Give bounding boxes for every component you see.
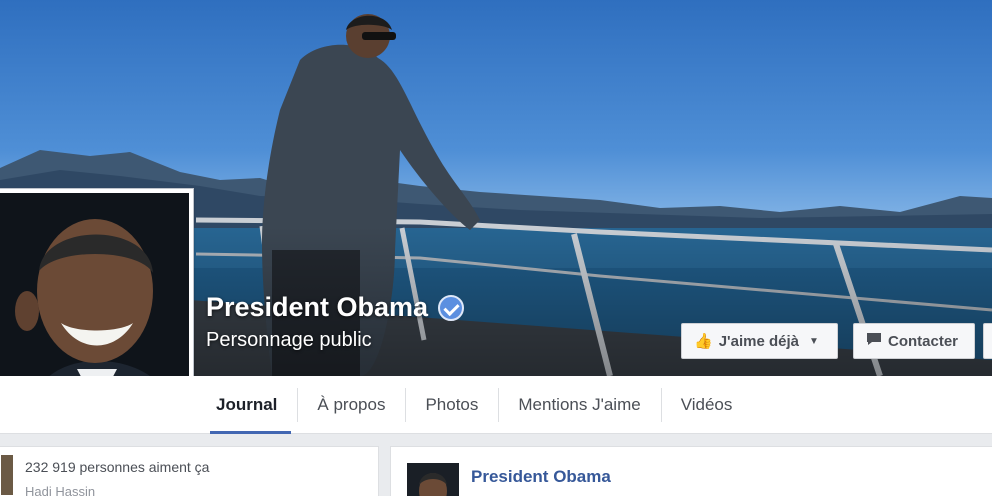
tab-likes-label: Mentions J'aime bbox=[518, 395, 641, 414]
contact-button[interactable]: Contacter bbox=[853, 323, 975, 359]
likes-count[interactable]: 232 919 personnes aiment ça bbox=[25, 459, 209, 475]
page-header: President Obama Personnage public bbox=[206, 292, 465, 352]
thumbs-up-icon: 👍 bbox=[694, 333, 713, 350]
tab-likes[interactable]: Mentions J'aime bbox=[498, 376, 660, 434]
post-author-avatar[interactable] bbox=[407, 463, 459, 496]
tab-journal[interactable]: Journal bbox=[196, 376, 297, 434]
page-category: Personnage public bbox=[206, 329, 372, 351]
friend-avatar[interactable] bbox=[1, 455, 13, 495]
friend-name[interactable]: Hadi Hassin bbox=[25, 484, 95, 496]
page-tabs: Journal À propos Photos Mentions J'aime … bbox=[196, 376, 752, 434]
profile-portrait bbox=[0, 193, 189, 407]
tab-photos[interactable]: Photos bbox=[405, 376, 498, 434]
tab-about[interactable]: À propos bbox=[297, 376, 405, 434]
verified-badge-icon bbox=[438, 294, 465, 321]
tab-photos-label: Photos bbox=[425, 395, 479, 414]
profile-picture-image bbox=[0, 193, 189, 407]
page-title[interactable]: President Obama bbox=[206, 292, 465, 323]
more-button[interactable] bbox=[983, 323, 992, 359]
tab-about-label: À propos bbox=[317, 395, 386, 414]
tab-videos[interactable]: Vidéos bbox=[660, 376, 753, 434]
speech-bubble-icon bbox=[866, 332, 882, 350]
like-button[interactable]: 👍 J'aime déjà ▼ bbox=[681, 323, 838, 359]
page-name-text: President Obama bbox=[206, 292, 429, 322]
page-nav: Journal À propos Photos Mentions J'aime … bbox=[0, 376, 992, 434]
post-card: President Obama bbox=[390, 446, 992, 496]
contact-button-label: Contacter bbox=[888, 332, 959, 350]
like-button-label: J'aime déjà bbox=[718, 332, 799, 350]
tab-journal-label: Journal bbox=[216, 395, 278, 414]
post-author-name[interactable]: President Obama bbox=[471, 467, 611, 487]
likes-card: 232 919 personnes aiment ça Hadi Hassin bbox=[0, 446, 379, 496]
chevron-down-icon: ▼ bbox=[808, 335, 819, 347]
facebook-page: President Obama Personnage public 👍 J'ai… bbox=[0, 0, 992, 496]
tab-videos-label: Vidéos bbox=[680, 395, 733, 414]
